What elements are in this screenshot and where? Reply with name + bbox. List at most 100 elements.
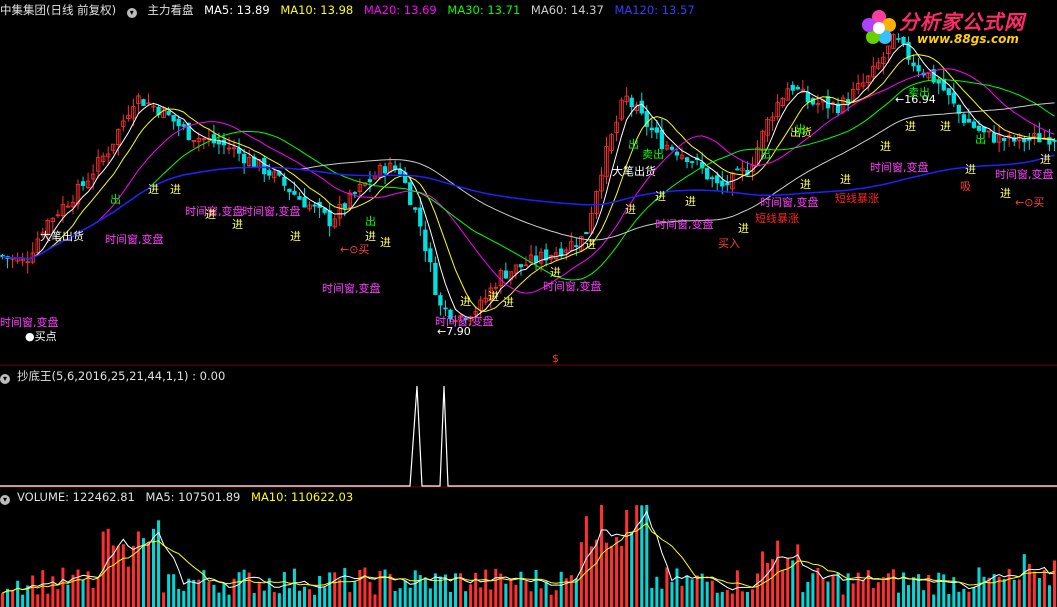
volume-bar bbox=[589, 546, 593, 607]
volume-bar bbox=[796, 544, 800, 607]
volume-bar bbox=[1032, 571, 1036, 607]
volume-bar bbox=[811, 573, 815, 607]
volume-bar bbox=[398, 588, 402, 607]
candle-body bbox=[302, 197, 307, 208]
candles-layer bbox=[0, 33, 1057, 327]
volume-bar bbox=[393, 590, 397, 607]
indicator-title: 抄底王(5,6,2016,25,21,44,1,1) : 0.00 bbox=[17, 369, 226, 383]
candle-body bbox=[629, 97, 634, 107]
volume-bar bbox=[358, 569, 362, 607]
buy-arrow-label: ←⊙买 bbox=[1015, 196, 1044, 209]
volume-bar bbox=[670, 581, 674, 607]
volume-bar bbox=[730, 593, 734, 607]
in-label: 进 bbox=[738, 222, 749, 235]
volume-ma10: MA10: 110622.03 bbox=[251, 490, 354, 504]
candle-body bbox=[911, 62, 916, 67]
in-label: 进 bbox=[655, 190, 666, 203]
volume-bar bbox=[448, 591, 452, 607]
volume-bar bbox=[21, 594, 25, 607]
volume-bar bbox=[297, 590, 301, 607]
volume-bar bbox=[212, 584, 216, 607]
candle-body bbox=[408, 182, 413, 205]
volume-bar bbox=[428, 588, 432, 607]
volume-bar bbox=[700, 573, 704, 607]
candle-body bbox=[171, 115, 176, 122]
volume-bar bbox=[348, 592, 352, 607]
volume-bar bbox=[559, 571, 563, 607]
candle-body bbox=[725, 182, 730, 186]
volume-bar bbox=[539, 588, 543, 607]
time-window-label: 时间窗,变盘 bbox=[655, 217, 714, 231]
volume-bar bbox=[177, 588, 181, 607]
chart-canvas[interactable]: ←16.94卖出←7.90●买点大笔出货大笔出货卖出出货时间窗,变盘时间窗,变盘… bbox=[0, 0, 1057, 607]
volume-bar bbox=[745, 591, 749, 607]
volume-bar bbox=[1007, 569, 1011, 607]
volume-bar bbox=[579, 542, 583, 607]
in-label: 进 bbox=[290, 230, 301, 243]
volume-bar bbox=[318, 575, 322, 607]
volume-bar bbox=[630, 532, 634, 607]
volume-bar bbox=[620, 545, 624, 607]
candle-body bbox=[141, 99, 146, 106]
candle-body bbox=[991, 132, 997, 143]
volume-bar bbox=[1, 593, 5, 607]
volume-bar bbox=[519, 571, 523, 607]
volume-bar bbox=[912, 577, 916, 607]
candle-body bbox=[181, 124, 186, 127]
volume-bar bbox=[740, 591, 744, 607]
volume-bar bbox=[282, 572, 286, 607]
buy-point-label: ●买点 bbox=[25, 330, 57, 343]
in-label: 进 bbox=[965, 163, 976, 176]
in-label: 进 bbox=[625, 203, 636, 216]
volume-bar bbox=[187, 578, 191, 607]
volume-bar bbox=[96, 578, 100, 607]
volume-bar bbox=[544, 581, 548, 607]
volume-bar bbox=[655, 576, 659, 607]
buy-arrow-label: ←⊙买 bbox=[340, 243, 369, 256]
volume-bar bbox=[152, 528, 156, 607]
candle-body bbox=[961, 114, 967, 123]
volume-bar bbox=[76, 569, 80, 607]
buy-in-label: 买入 bbox=[718, 237, 740, 250]
volume-bar bbox=[504, 583, 508, 607]
volume-bar bbox=[841, 594, 845, 607]
volume-bar bbox=[41, 570, 45, 607]
candle-body bbox=[287, 188, 292, 193]
volume-bar bbox=[821, 577, 825, 607]
volume-bar bbox=[1002, 578, 1006, 607]
volume-bar bbox=[141, 538, 145, 607]
candle-body bbox=[659, 129, 665, 150]
candle-body bbox=[166, 110, 171, 116]
candle-body bbox=[715, 175, 720, 184]
candle-body bbox=[443, 307, 448, 310]
volume-bar bbox=[891, 569, 895, 607]
candle-body bbox=[352, 192, 358, 194]
volume-bar bbox=[876, 582, 880, 607]
volume-bar bbox=[292, 568, 296, 607]
candle-body bbox=[654, 127, 660, 133]
volume-bar bbox=[51, 576, 55, 607]
volume-bar bbox=[172, 574, 176, 607]
volume-bar bbox=[695, 575, 699, 607]
sell-label: 卖出 bbox=[642, 147, 664, 161]
volume-bar bbox=[423, 577, 427, 607]
volume-bar bbox=[881, 577, 885, 607]
volume-bar bbox=[690, 579, 694, 607]
date-marker: $ bbox=[552, 352, 559, 365]
chevron-down-icon[interactable]: ▾ bbox=[0, 495, 10, 505]
volume-bar bbox=[252, 593, 256, 607]
volume-bar bbox=[16, 580, 20, 607]
candle-body bbox=[312, 204, 317, 207]
volume-bar bbox=[1042, 569, 1046, 607]
in-label: 进 bbox=[940, 120, 951, 133]
candle-body bbox=[669, 146, 675, 150]
in-label: 进 bbox=[840, 173, 851, 186]
volume-bar bbox=[464, 591, 468, 607]
volume-bar bbox=[534, 569, 538, 607]
time-window-label: 时间窗,变盘 bbox=[0, 315, 59, 329]
volume-bar bbox=[36, 594, 40, 607]
volume-bar bbox=[136, 531, 140, 607]
chevron-down-icon[interactable]: ▾ bbox=[0, 374, 10, 384]
candle-body bbox=[176, 118, 181, 127]
volume-bar bbox=[489, 589, 493, 607]
